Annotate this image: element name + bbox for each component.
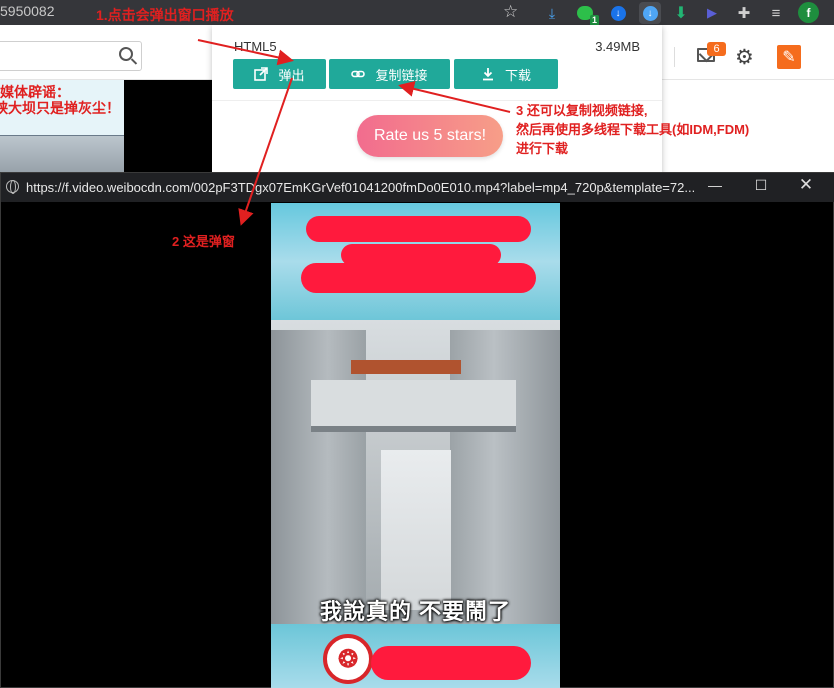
page-dark-area xyxy=(124,80,212,180)
video-downloader-extension-icon[interactable]: ↓ xyxy=(639,2,661,24)
green-download-extension-icon[interactable]: ⬇ xyxy=(670,2,692,24)
annotation-step2: 2 这是弹窗 xyxy=(172,234,235,249)
minimize-icon[interactable]: — xyxy=(705,177,725,193)
gate-crane xyxy=(351,360,461,374)
site-search-input[interactable] xyxy=(0,41,142,71)
download-button[interactable]: 下载 xyxy=(454,59,558,89)
close-icon[interactable]: ✕ xyxy=(796,175,816,195)
lock-gate xyxy=(311,380,516,432)
gear-icon[interactable]: ⚙ xyxy=(735,45,754,70)
annotation-step3-line2: 然后再使用多线程下载工具(如IDM,FDM) xyxy=(516,122,750,137)
extensions-puzzle-icon[interactable]: ✚ xyxy=(733,2,755,24)
link-icon xyxy=(351,70,366,78)
rate-us-button[interactable]: Rate us 5 stars! xyxy=(357,115,503,157)
header-divider xyxy=(674,47,675,67)
post-thumbnail[interactable]: 媒体辟谣： 峡大坝只是掸灰尘！ xyxy=(0,80,124,180)
annotation-step3-line1: 3 还可以复制视频链接, xyxy=(516,103,648,118)
search-icon[interactable] xyxy=(119,47,133,61)
channel-logo: ❂ xyxy=(323,634,373,684)
video-format-label: HTML5 xyxy=(234,39,277,54)
video-footer-banner: ❂ xyxy=(271,624,560,688)
bookmark-star-icon[interactable]: ☆ xyxy=(503,2,518,22)
thumb-caption-line-2: 峡大坝只是掸灰尘！ xyxy=(0,100,120,116)
globe-icon xyxy=(6,180,19,194)
popup-player-window: https://f.video.weibocdn.com/002pF3TDgx0… xyxy=(0,172,834,688)
lock-wall-left xyxy=(271,330,366,624)
video-header-banner xyxy=(271,203,560,320)
download-label: 下载 xyxy=(504,67,531,83)
popout-label: 弹出 xyxy=(278,67,305,83)
address-bar-text[interactable]: 5950082 xyxy=(0,3,55,19)
play-extension-icon[interactable]: ▶ xyxy=(701,2,723,24)
lock-wall-right xyxy=(450,330,560,624)
file-size-label: 3.49MB xyxy=(595,39,640,54)
player-titlebar[interactable]: https://f.video.weibocdn.com/002pF3TDgx0… xyxy=(1,173,834,202)
wechat-extension-icon[interactable]: 1 xyxy=(574,2,599,26)
redaction-mark xyxy=(306,216,531,242)
profile-avatar[interactable]: f xyxy=(798,2,819,23)
copy-link-button[interactable]: 复制链接 xyxy=(329,59,450,89)
popout-button[interactable]: 弹出 xyxy=(233,59,326,89)
copy-link-label: 复制链接 xyxy=(375,67,428,83)
blue-download-extension-icon[interactable]: ↓ xyxy=(607,2,629,24)
download-icon xyxy=(482,68,493,81)
lock-channel xyxy=(381,450,451,610)
annotation-step1: 1.点击会弹出窗口播放 xyxy=(96,7,234,23)
redaction-mark xyxy=(371,646,531,680)
compose-icon[interactable]: ✎ xyxy=(777,45,801,69)
video-player[interactable]: 我說真的 不要鬧了 ❂ xyxy=(271,203,560,688)
maximize-icon[interactable]: ☐ xyxy=(751,177,771,194)
message-count-badge: 6 xyxy=(707,42,726,56)
video-subtitle: 我說真的 不要鬧了 xyxy=(319,599,512,624)
reading-list-icon[interactable]: ≡ xyxy=(765,2,787,24)
download-arrow-extension-icon[interactable]: ⤓ xyxy=(541,2,563,24)
annotation-step3-line3: 进行下载 xyxy=(516,141,569,156)
external-link-icon xyxy=(254,67,269,81)
redaction-mark xyxy=(301,263,536,293)
video-frame-scene: 我說真的 不要鬧了 xyxy=(271,320,560,624)
player-url: https://f.video.weibocdn.com/002pF3TDgx0… xyxy=(26,180,694,195)
